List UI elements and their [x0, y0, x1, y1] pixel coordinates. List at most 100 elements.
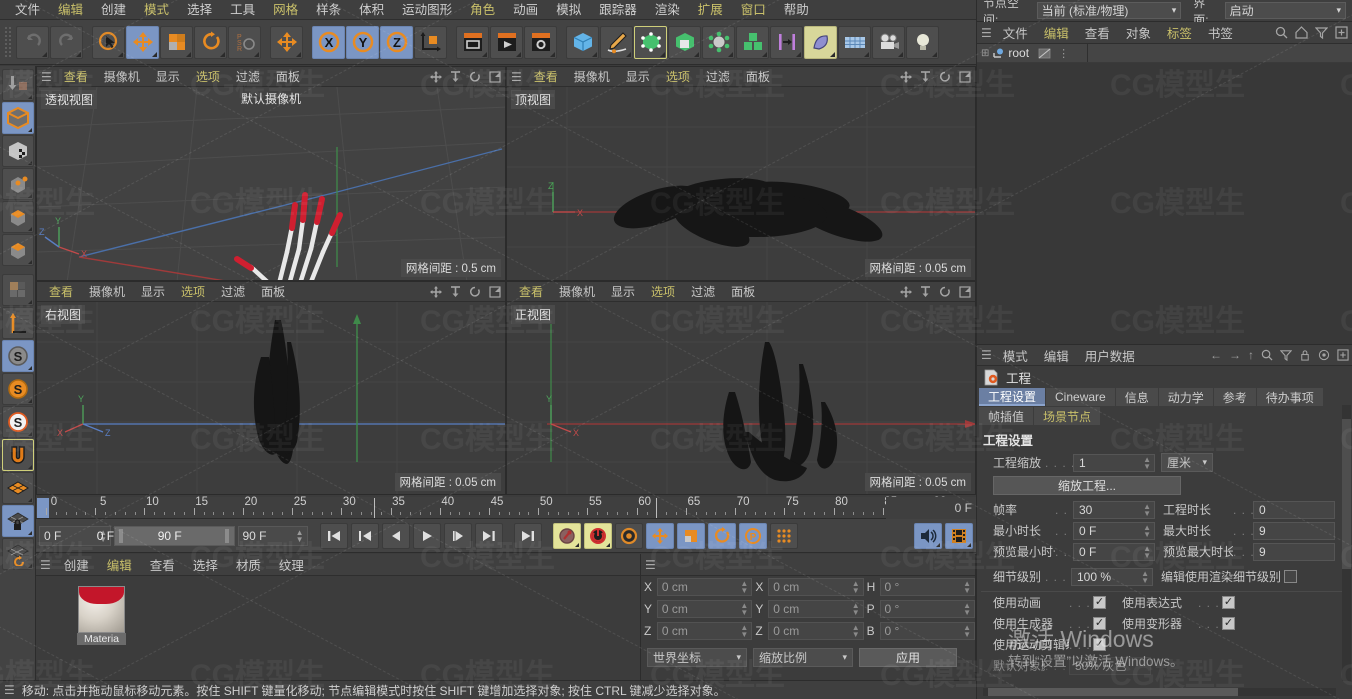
attribute-tab-3[interactable]: 动力学	[1158, 388, 1213, 406]
generator-icon[interactable]	[634, 25, 667, 59]
interface-select[interactable]: 启动 ▾	[1224, 2, 1346, 19]
end-frame-field[interactable]: 90 F ▲ ▼	[237, 525, 308, 546]
coord-field-position-y[interactable]: 0 cm ▲ ▼	[656, 600, 753, 618]
coord-field-size-y[interactable]: 0 cm ▲ ▼	[768, 600, 864, 618]
coord-field-rotation-h[interactable]: 0 ° ▲ ▼	[879, 578, 975, 596]
obj-menu-bookmarks[interactable]: 书签	[1200, 23, 1241, 42]
obj-menu-tags[interactable]: 标签	[1159, 23, 1200, 42]
hamburger-icon[interactable]: ☰	[645, 558, 656, 572]
checkbox[interactable]: ✓	[1093, 638, 1106, 651]
coord-field-rotation-p[interactable]: 0 ° ▲ ▼	[879, 600, 975, 618]
display-tag-icon[interactable]	[1038, 48, 1051, 59]
property-field-2[interactable]: 9	[1253, 542, 1335, 561]
material-menu-edit[interactable]: 编辑	[98, 555, 141, 574]
menu-item-1[interactable]: 编辑	[49, 0, 92, 20]
timeline-ruler[interactable]: 051015202530354045505560657075808590	[36, 496, 976, 519]
apply-button[interactable]: 应用	[859, 648, 957, 667]
viewport-menu-view[interactable]: 查看	[56, 67, 96, 87]
property-field[interactable]: 30 ▲ ▼	[1073, 500, 1155, 519]
render-settings-icon[interactable]	[524, 25, 557, 59]
maximize-view-icon[interactable]	[489, 286, 501, 298]
viewport-menu-filter[interactable]: 过滤	[698, 67, 738, 87]
keyframe-selection-button[interactable]	[614, 522, 643, 549]
obj-menu-view[interactable]: 查看	[1077, 23, 1118, 42]
lod-field[interactable]: 100 % ▲ ▼	[1071, 567, 1153, 586]
expand-toggle-icon[interactable]: ⊞	[981, 48, 989, 59]
viewport-solo-hierarchy-icon[interactable]: S	[1, 406, 34, 438]
viewport-menu-panel[interactable]: 面板	[738, 67, 778, 87]
attribute-tab-0[interactable]: 工程设置	[979, 388, 1046, 406]
viewport-perspective[interactable]: ☰ 查看 摄像机 显示 选项 过滤 面板 Y X Z 透视视图 默认摄像机 网格…	[36, 66, 506, 281]
prev-keyframe-button[interactable]	[350, 522, 379, 549]
attribute-tab-4[interactable]: 参考	[1213, 388, 1256, 406]
live-selection-icon[interactable]	[92, 25, 125, 59]
coord-field-position-z[interactable]: 0 cm ▲ ▼	[656, 622, 753, 640]
snap-icon[interactable]	[1, 439, 34, 471]
viewport-perspective-canvas[interactable]: Y X Z 透视视图 默认摄像机 网格间距 : 0.5 cm	[37, 87, 505, 280]
position-key-button[interactable]	[645, 522, 674, 549]
attr-menu-mode[interactable]: 模式	[995, 346, 1036, 365]
property-field[interactable]: 0 F ▲ ▼	[1073, 521, 1155, 540]
maximize-view-icon[interactable]	[959, 286, 971, 298]
rotate-view-icon[interactable]	[469, 71, 481, 83]
menu-item-14[interactable]: 渲染	[646, 0, 689, 20]
texture-mode-icon[interactable]	[1, 135, 34, 167]
axis-x-button[interactable]: X	[312, 25, 345, 59]
tag-slots-icon[interactable]: ⋮	[1058, 47, 1069, 60]
menu-item-8[interactable]: 体积	[350, 0, 393, 20]
viewport-menu-display[interactable]: 显示	[148, 67, 188, 87]
maximize-view-icon[interactable]	[959, 71, 971, 83]
menu-item-7[interactable]: 样条	[307, 0, 350, 20]
coord-field-rotation-b[interactable]: 0 ° ▲ ▼	[879, 622, 975, 640]
menu-item-6[interactable]: 网格	[264, 0, 307, 20]
object-tree[interactable]: ⊞ root ⋮	[977, 44, 1352, 344]
property-field[interactable]: 0 F ▲ ▼	[1073, 542, 1155, 561]
autokeying-button[interactable]	[583, 522, 612, 549]
forward-arrow-icon[interactable]: →	[1229, 348, 1241, 362]
default-color-field[interactable]: 50% 灰色	[1069, 656, 1151, 675]
point-level-animation-button[interactable]	[769, 522, 798, 549]
viewport-menu-display[interactable]: 显示	[133, 282, 173, 302]
obj-menu-edit[interactable]: 编辑	[1036, 23, 1077, 42]
zoom-view-icon[interactable]	[920, 71, 931, 83]
add-icon[interactable]	[1337, 349, 1349, 361]
menu-item-0[interactable]: 文件	[6, 0, 49, 20]
pan-view-icon[interactable]	[430, 71, 442, 83]
uv-mode-icon[interactable]	[1, 274, 34, 306]
lock-workplane-icon[interactable]	[1, 505, 34, 537]
obj-menu-object[interactable]: 对象	[1118, 23, 1159, 42]
spline-pen-icon[interactable]	[600, 25, 633, 59]
scale-project-button[interactable]: 缩放工程...	[993, 476, 1181, 495]
redo-icon[interactable]	[50, 25, 83, 59]
record-active-objects-button[interactable]	[552, 522, 581, 549]
polygons-mode-icon[interactable]	[1, 234, 34, 266]
render-view-icon[interactable]	[456, 25, 489, 59]
attr-menu-edit[interactable]: 编辑	[1036, 346, 1077, 365]
axis-mode-icon[interactable]	[1, 307, 34, 339]
coord-field-size-z[interactable]: 0 cm ▲ ▼	[768, 622, 864, 640]
maximize-view-icon[interactable]	[489, 71, 501, 83]
viewport-menu-options[interactable]: 选项	[173, 282, 213, 302]
zoom-view-icon[interactable]	[450, 286, 461, 298]
viewport-front-canvas[interactable]: Y X 正视图 网格间距 : 0.05 cm	[507, 302, 975, 494]
viewport-menu-view[interactable]: 查看	[526, 67, 566, 87]
viewport-right-canvas[interactable]: Y Z X 右视图 网格间距 : 0.05 cm	[37, 302, 505, 494]
viewport-menu-panel[interactable]: 面板	[723, 282, 763, 302]
next-keyframe-button[interactable]	[474, 522, 503, 549]
next-frame-button[interactable]	[443, 522, 472, 549]
viewport-front[interactable]: 查看 摄像机 显示 选项 过滤 面板 Y X 正视图 网格间距: 0.05 c…	[506, 281, 976, 495]
menu-item-10[interactable]: 角色	[461, 0, 504, 20]
model-mode-icon[interactable]	[1, 102, 34, 134]
rotation-key-button[interactable]	[707, 522, 736, 549]
planar-workplane-icon[interactable]	[1, 538, 34, 570]
viewport-menu-view[interactable]: 查看	[511, 282, 551, 302]
zoom-view-icon[interactable]	[450, 71, 461, 83]
axis-z-button[interactable]: Z	[380, 25, 413, 59]
material-menu-view[interactable]: 查看	[141, 555, 184, 574]
lod-render-checkbox[interactable]	[1284, 570, 1298, 583]
attr-menu-userdata[interactable]: 用户数据	[1077, 346, 1143, 365]
material-menu-texture[interactable]: 纹理	[270, 555, 313, 574]
attribute-tab2-0[interactable]: 帧插值	[979, 407, 1034, 425]
property-field-2[interactable]: 9	[1253, 521, 1335, 540]
checkbox-2[interactable]: ✓	[1222, 617, 1235, 630]
